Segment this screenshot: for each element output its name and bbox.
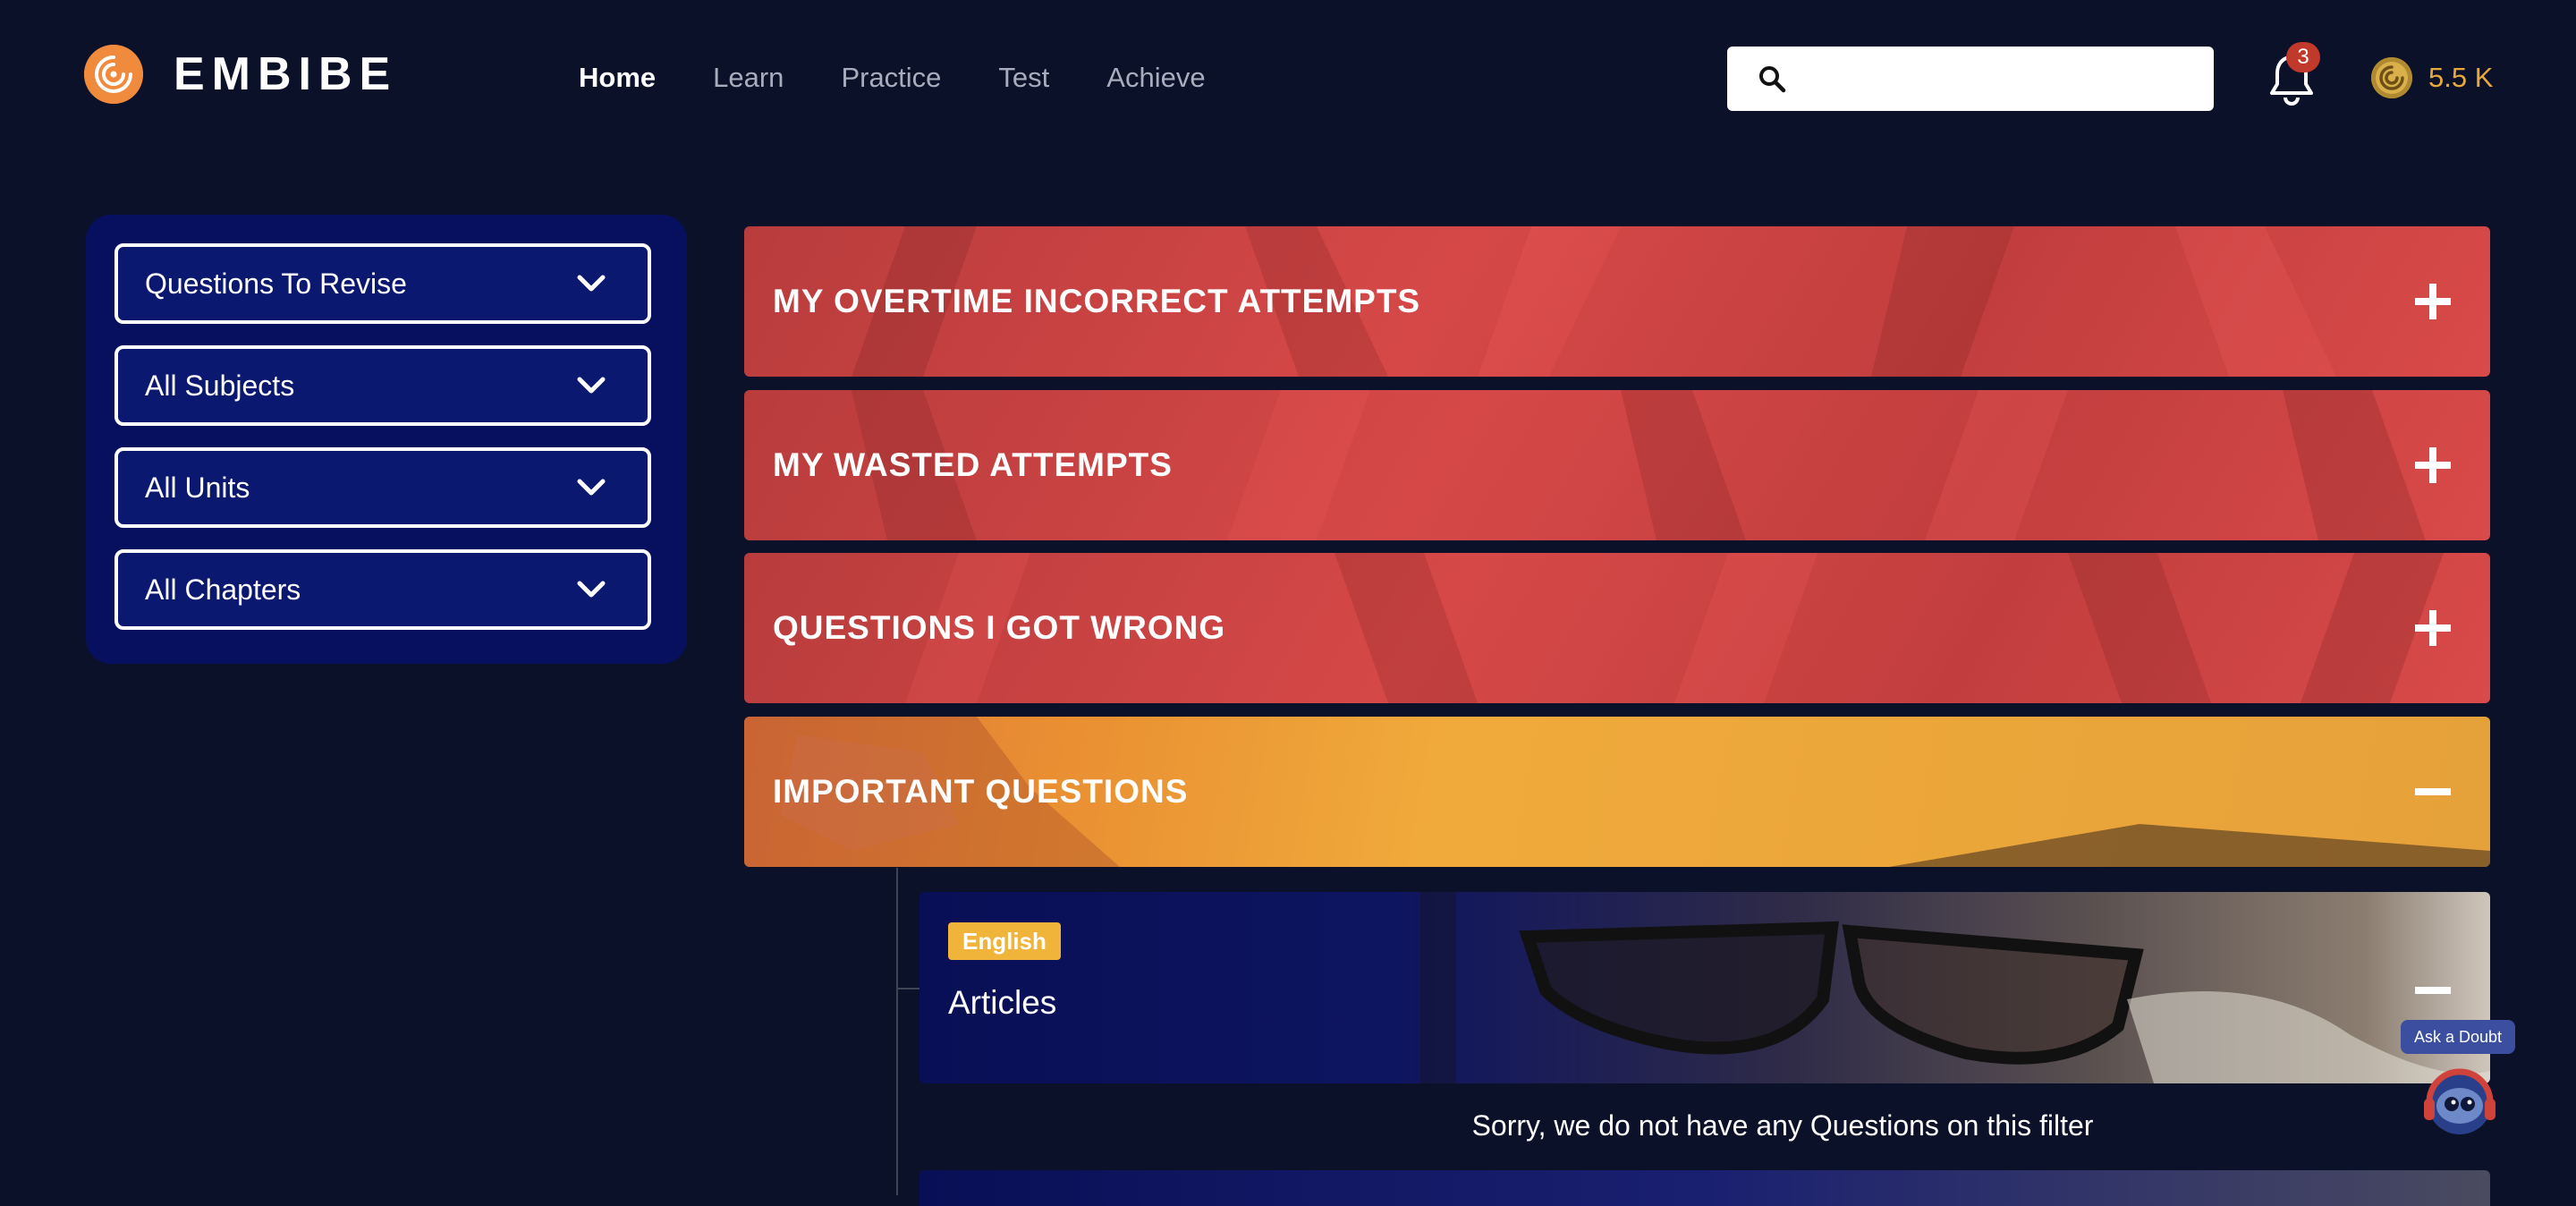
minus-icon[interactable] (2413, 772, 2453, 811)
tree-connector-branch (898, 988, 919, 989)
nav-home[interactable]: Home (579, 55, 656, 100)
section-overtime-incorrect[interactable]: MY OVERTIME INCORRECT ATTEMPTS (744, 226, 2490, 377)
select-label: All Units (145, 471, 250, 504)
minus-icon[interactable] (2413, 971, 2453, 1010)
plus-icon[interactable] (2413, 608, 2453, 648)
search-icon (1759, 66, 1786, 93)
section-wasted-attempts[interactable]: MY WASTED ATTEMPTS (744, 390, 2490, 540)
section-questions-got-wrong[interactable]: QUESTIONS I GOT WRONG (744, 553, 2490, 703)
section-title: MY WASTED ATTEMPTS (773, 446, 1173, 483)
tree-connector (896, 868, 898, 1195)
revision-type-select[interactable]: Questions To Revise (114, 243, 651, 324)
section-important-questions[interactable]: IMPORTANT QUESTIONS (744, 717, 2490, 867)
search-box[interactable] (1727, 47, 2214, 111)
ask-doubt-button[interactable]: Ask a Doubt (2401, 1020, 2515, 1054)
filter-panel: Questions To Revise All Subjects All Uni… (86, 215, 687, 664)
plus-icon[interactable] (2413, 446, 2453, 485)
chevron-down-icon (577, 581, 606, 598)
next-subject-card[interactable] (919, 1170, 2490, 1206)
main-nav: Home Learn Practice Test Achieve (579, 55, 1206, 100)
empty-state-message: Sorry, we do not have any Questions on t… (1471, 1109, 2094, 1142)
glasses-background-image (1420, 892, 2490, 1083)
section-title: IMPORTANT QUESTIONS (773, 773, 1189, 810)
chapter-select[interactable]: All Chapters (114, 549, 651, 630)
brand-name[interactable]: EMBIBE (174, 45, 397, 104)
embibe-logo-icon[interactable] (84, 45, 143, 104)
unit-select[interactable]: All Units (114, 447, 651, 528)
notification-badge: 3 (2286, 42, 2320, 72)
select-label: All Subjects (145, 369, 295, 402)
nav-practice[interactable]: Practice (841, 55, 941, 100)
coin-icon (2371, 57, 2412, 98)
chevron-down-icon (577, 377, 606, 394)
plus-icon[interactable] (2413, 282, 2453, 321)
nav-learn[interactable]: Learn (713, 55, 784, 100)
subject-tag: English (948, 922, 1061, 960)
select-label: Questions To Revise (145, 268, 407, 300)
doubt-bot-avatar-icon[interactable] (2419, 1059, 2501, 1142)
nav-test[interactable]: Test (998, 55, 1049, 100)
chevron-down-icon (577, 275, 606, 292)
select-label: All Chapters (145, 573, 301, 606)
nav-achieve[interactable]: Achieve (1106, 55, 1205, 100)
chapter-title: Articles (948, 984, 1057, 1021)
section-title: MY OVERTIME INCORRECT ATTEMPTS (773, 283, 1421, 319)
search-input[interactable] (1801, 64, 2198, 94)
section-title: QUESTIONS I GOT WRONG (773, 609, 1226, 646)
top-header: EMBIBE Home Learn Practice Test Achieve … (0, 0, 2576, 157)
subject-select[interactable]: All Subjects (114, 345, 651, 426)
subject-chapter-card[interactable]: English Articles (919, 892, 2490, 1083)
chevron-down-icon (577, 479, 606, 496)
coin-balance[interactable]: 5.5 K (2428, 57, 2493, 98)
